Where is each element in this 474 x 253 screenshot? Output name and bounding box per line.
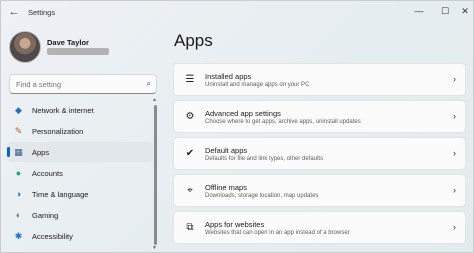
sidebar-item-label: Apps — [32, 148, 50, 157]
card-title: Apps for websites — [205, 220, 265, 229]
scroll-up-arrow[interactable]: ▲ — [152, 97, 157, 103]
sidebar-scrollbar[interactable] — [154, 105, 157, 245]
profile-name: Dave Taylor — [47, 38, 89, 47]
minimize-button[interactable]: — — [407, 3, 431, 19]
search-box[interactable]: ⌕ — [9, 74, 157, 94]
card-subtitle: Websites that can open in an app instead… — [205, 230, 350, 236]
sidebar-item-label: Time & language — [32, 190, 89, 199]
selected-indicator — [7, 147, 10, 157]
globe-clock-icon: ◑ — [15, 189, 22, 199]
chevron-right-icon: › — [453, 148, 456, 158]
sidebar-item-label: Gaming — [32, 211, 59, 220]
search-icon[interactable]: ⌕ — [147, 79, 151, 89]
chevron-right-icon: › — [453, 185, 456, 195]
card-title: Offline maps — [205, 183, 247, 192]
sidebar-item-label: Network & internet — [32, 106, 94, 115]
card-title: Default apps — [205, 146, 248, 155]
installed-apps-icon: ☰ — [185, 74, 195, 85]
close-button[interactable]: ✕ — [453, 3, 474, 19]
card-subtitle: Uninstall and manage apps on your PC — [205, 82, 310, 88]
card-title: Advanced app settings — [205, 109, 281, 118]
sidebar-item-label: Accessibility — [32, 232, 73, 241]
sidebar-item-time-language[interactable]: ◑ Time & language — [7, 184, 153, 204]
wifi-icon: ◆ — [15, 105, 22, 115]
sidebar-item-apps[interactable]: ▦ Apps — [7, 142, 153, 162]
accessibility-icon: ✱ — [14, 231, 23, 241]
card-advanced-app-settings[interactable]: ⚙ Advanced app settings Choose where to ge… — [173, 100, 466, 133]
map-icon: ⌖ — [187, 185, 193, 196]
chevron-right-icon: › — [453, 111, 456, 121]
sidebar-item-accounts[interactable]: ● Accounts — [7, 163, 153, 183]
gamepad-icon: ◐ — [15, 210, 22, 220]
card-installed-apps[interactable]: ☰ Installed apps Uninstall and manage apps… — [173, 63, 466, 96]
profile-email-redacted — [47, 48, 109, 55]
chevron-right-icon: › — [453, 222, 456, 232]
chevron-right-icon: › — [453, 74, 456, 84]
card-default-apps[interactable]: ✔ Default apps Defaults for file and link … — [173, 137, 466, 170]
link-icon: ⧉ — [186, 222, 194, 233]
default-apps-icon: ✔ — [185, 148, 195, 159]
card-subtitle: Defaults for file and link types, other … — [205, 156, 324, 162]
page-title: Apps — [174, 31, 213, 50]
card-apps-for-websites[interactable]: ⧉ Apps for websites Websites that can open… — [173, 211, 466, 244]
card-offline-maps[interactable]: ⌖ Offline maps Downloads, storage location… — [173, 174, 466, 207]
sidebar-item-gaming[interactable]: ◐ Gaming — [7, 205, 153, 225]
advanced-app-settings-icon: ⚙ — [185, 111, 195, 122]
sidebar-nav: ◆ Network & internet ✎ Personalization ▦ Apps… — [1, 97, 161, 253]
settings-window: ← Settings — ☐ ✕ Dave Taylor ⌕ ◆ Network … — [0, 0, 474, 253]
app-title: Settings — [28, 8, 56, 17]
apps-icon: ▦ — [14, 147, 23, 157]
card-title: Installed apps — [205, 72, 252, 81]
sidebar-item-network-internet[interactable]: ◆ Network & internet — [7, 100, 153, 120]
accounts-icon: ● — [15, 168, 22, 178]
sidebar-item-accessibility[interactable]: ✱ Accessibility — [7, 226, 153, 246]
search-input[interactable] — [16, 78, 136, 91]
brush-icon: ✎ — [14, 126, 23, 136]
title-bar: ← Settings — ☐ ✕ — [1, 1, 473, 23]
sidebar-item-label: Personalization — [32, 127, 84, 136]
sidebar-item-personalization[interactable]: ✎ Personalization — [7, 121, 153, 141]
sidebar-item-label: Accounts — [32, 169, 63, 178]
scroll-down-arrow[interactable]: ▼ — [152, 245, 157, 251]
card-subtitle: Downloads, storage location, map updates — [205, 193, 319, 199]
back-button[interactable]: ← — [7, 5, 21, 19]
avatar[interactable] — [9, 31, 41, 63]
card-subtitle: Choose where to get apps, archive apps, … — [205, 119, 361, 125]
